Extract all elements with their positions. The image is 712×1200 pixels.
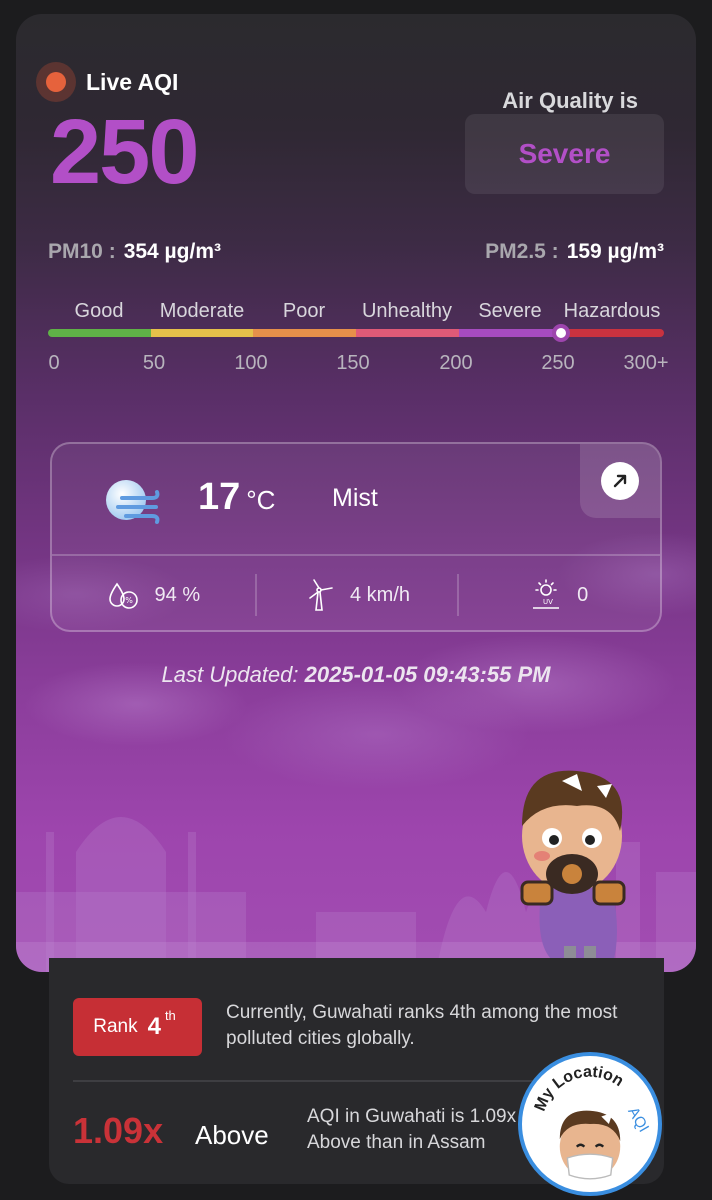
last-updated-value: 2025-01-05 09:43:55 PM bbox=[304, 662, 551, 687]
pm10-label: PM10 : bbox=[48, 240, 116, 263]
rank-label: Rank bbox=[93, 1016, 138, 1037]
aqi-card: Live AQI 250 Air Quality is Severe PM10 … bbox=[16, 14, 696, 972]
weather-stats: % 94 % 4 km/h UV 0 bbox=[52, 558, 660, 632]
scale-segment-poor bbox=[253, 329, 357, 337]
weather-summary: 17 °C Mist bbox=[52, 444, 660, 556]
masked-person-illustration bbox=[520, 770, 626, 968]
air-quality-label: Air Quality is bbox=[502, 88, 638, 113]
scale-segment-good bbox=[48, 329, 151, 337]
weather-details-button[interactable] bbox=[580, 444, 660, 518]
uv-stat: UV 0 bbox=[457, 558, 660, 632]
uv-index-icon: UV bbox=[533, 579, 560, 609]
pm25-reading: PM2.5 : 159 µg/m³ bbox=[485, 240, 664, 264]
scale-segment-hazardous bbox=[561, 329, 664, 337]
live-aqi-label: Live AQI bbox=[86, 68, 179, 95]
scale-category-moderate: Moderate bbox=[159, 300, 245, 322]
comparison-description: AQI in Guwahati is 1.09x Above than in A… bbox=[307, 1104, 527, 1155]
live-dot-icon bbox=[36, 62, 76, 102]
scale-category-hazardous: Hazardous bbox=[563, 300, 661, 322]
weather-panel: 17 °C Mist % 94 % 4 km/h UV 0 bbox=[50, 442, 662, 632]
scale-segment-moderate bbox=[150, 329, 254, 337]
pm10-value: 354 µg/m³ bbox=[123, 240, 221, 263]
scale-segment-unhealthy bbox=[356, 329, 459, 337]
humidity-value: 94 % bbox=[154, 583, 201, 606]
mist-weather-icon bbox=[106, 480, 160, 524]
rank-suffix: th bbox=[164, 1007, 176, 1023]
aqi-scale-marker bbox=[552, 324, 571, 342]
temperature-unit: °C bbox=[246, 485, 276, 515]
comparison-multiplier: 1.09x bbox=[73, 1110, 164, 1151]
pm25-label: PM2.5 : bbox=[485, 240, 559, 263]
scale-tick: 300+ bbox=[623, 352, 669, 374]
scale-tick: 100 bbox=[234, 352, 268, 374]
rank-badge: Rank 4 th bbox=[73, 998, 202, 1056]
weather-condition: Mist bbox=[332, 484, 378, 512]
scale-tick: 150 bbox=[336, 352, 370, 374]
comparison-line-1: AQI in Guwahati is 1.09x bbox=[307, 1106, 517, 1127]
scale-category-good: Good bbox=[74, 300, 124, 322]
wind-turbine-icon bbox=[309, 579, 333, 611]
wind-value: 4 km/h bbox=[349, 583, 411, 606]
humidity-stat: % 94 % bbox=[52, 558, 255, 632]
comparison-line-2: Above than in Assam bbox=[307, 1131, 486, 1153]
svg-text:UV: UV bbox=[543, 598, 553, 606]
wind-stat: 4 km/h bbox=[254, 558, 458, 632]
humidity-icon: % bbox=[108, 582, 138, 609]
last-updated: Last Updated: 2025-01-05 09:43:55 PM bbox=[16, 662, 696, 688]
pm25-value: 159 µg/m³ bbox=[566, 240, 664, 263]
scale-category-severe: Severe bbox=[478, 300, 542, 322]
uv-value: 0 bbox=[577, 583, 589, 606]
last-updated-label: Last Updated: bbox=[161, 662, 299, 687]
pm10-reading: PM10 : 354 µg/m³ bbox=[48, 240, 221, 264]
aqi-scale-category-labels: Good Moderate Poor Unhealthy Severe Haza… bbox=[48, 300, 666, 324]
my-location-aqi-logo[interactable]: My Location AQI bbox=[518, 1052, 662, 1196]
air-quality-status-badge: Severe bbox=[465, 114, 664, 194]
comparison-direction: Above bbox=[195, 1120, 269, 1150]
divider bbox=[73, 1080, 573, 1082]
temperature: 17 °C bbox=[198, 476, 275, 519]
live-aqi-indicator: Live AQI bbox=[36, 62, 178, 102]
rank-number: 4 bbox=[147, 1013, 161, 1040]
svg-text:%: % bbox=[125, 596, 133, 605]
arrow-up-right-icon bbox=[601, 462, 639, 500]
aqi-scale-bar bbox=[48, 329, 664, 337]
scale-category-unhealthy: Unhealthy bbox=[361, 300, 453, 322]
aqi-value: 250 bbox=[50, 101, 199, 203]
scale-tick: 0 bbox=[48, 352, 60, 374]
scale-tick: 200 bbox=[439, 352, 473, 374]
aqi-scale-ticks: 0 50 100 150 200 250 300+ bbox=[48, 352, 669, 376]
scale-segment-severe bbox=[458, 329, 562, 337]
scale-tick: 50 bbox=[142, 352, 166, 374]
rank-description: Currently, Guwahati ranks 4th among the … bbox=[226, 1002, 618, 1049]
scale-category-poor: Poor bbox=[282, 300, 326, 322]
scale-tick: 250 bbox=[541, 352, 575, 374]
temperature-value: 17 bbox=[198, 476, 241, 518]
